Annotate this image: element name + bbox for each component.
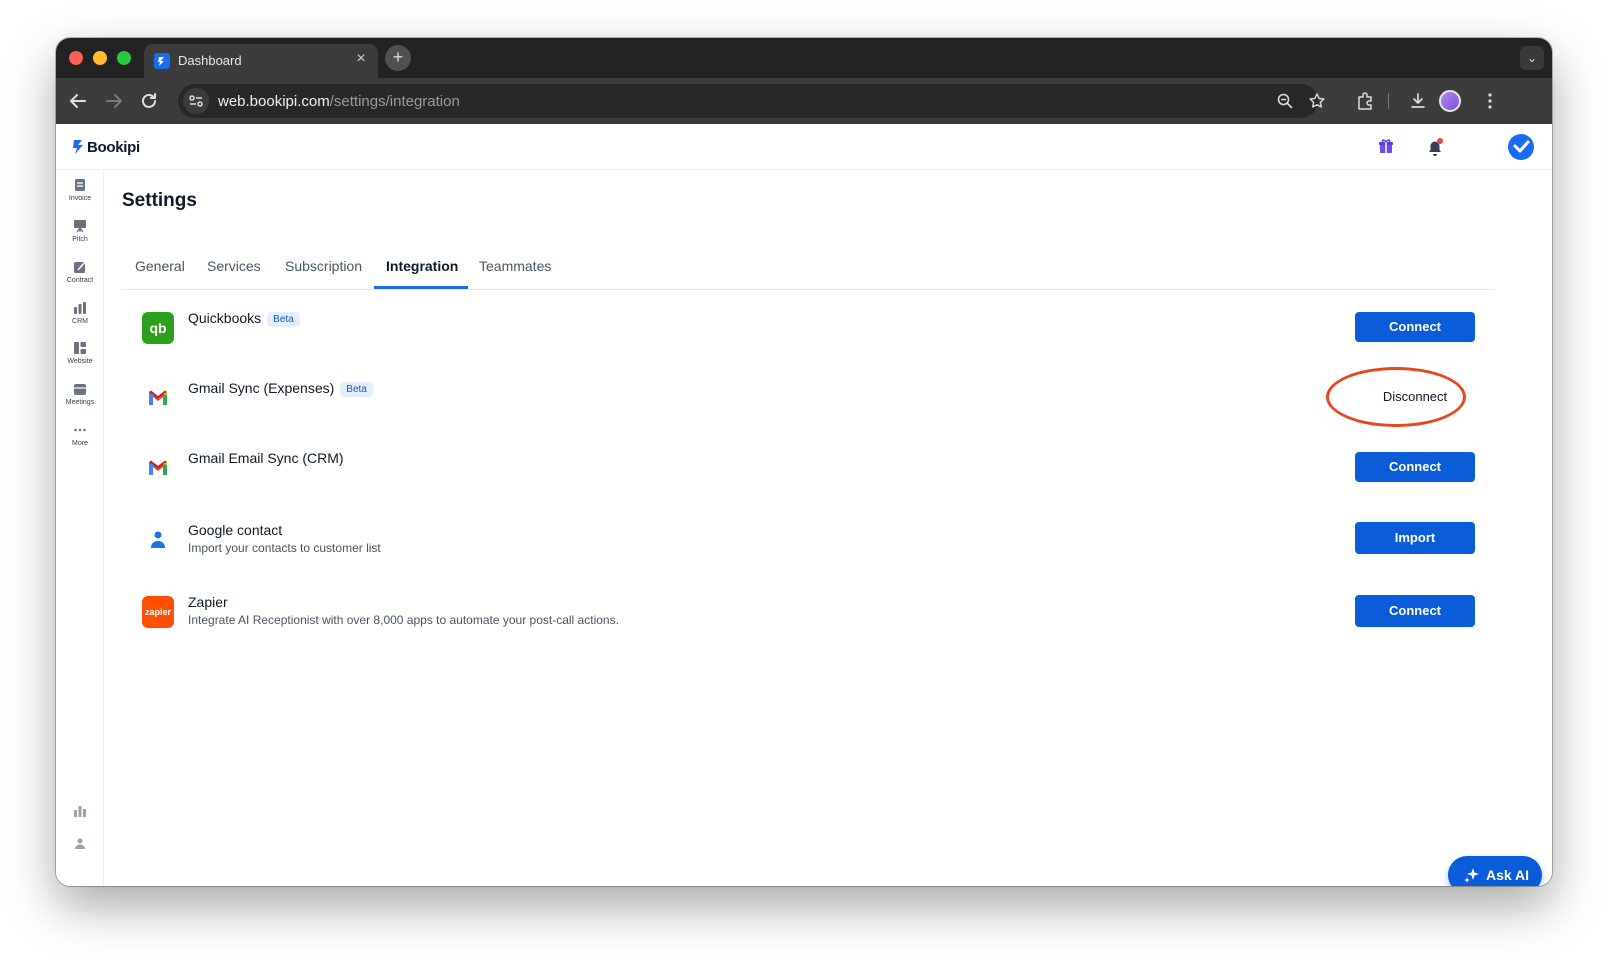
sidebar-label: More	[72, 440, 88, 447]
google-contact-logo-icon	[142, 524, 174, 556]
beta-badge: Beta	[267, 312, 300, 327]
website-icon	[74, 342, 86, 354]
user-avatar[interactable]	[1508, 134, 1534, 160]
browser-toolbar: web.bookipi.com/settings/integration	[56, 78, 1552, 124]
browser-tab[interactable]: Dashboard ×	[144, 44, 378, 78]
bookipi-favicon-icon	[154, 53, 170, 69]
sidebar-item-website[interactable]: Website	[56, 341, 104, 381]
download-icon[interactable]	[1408, 91, 1428, 111]
sidebar-label: Pitch	[72, 236, 88, 243]
brand-name: Bookipi	[87, 138, 140, 156]
site-info-icon[interactable]	[183, 88, 209, 114]
sidebar-label: Invoice	[68, 195, 92, 202]
sidebar-label: Website	[67, 358, 93, 365]
bookipi-logo[interactable]: Bookipi	[72, 137, 140, 157]
gift-icon[interactable]	[1376, 136, 1396, 156]
sidebar-label: Meetings	[65, 399, 95, 406]
more-icon	[74, 428, 86, 432]
google-contact-import-button[interactable]: Import	[1355, 522, 1475, 554]
tab-teammates[interactable]: Teammates	[479, 258, 551, 274]
maximize-window-button[interactable]	[117, 51, 131, 65]
back-arrow-icon[interactable]	[66, 89, 90, 113]
beta-badge: Beta	[340, 382, 373, 397]
page-title: Settings	[122, 190, 197, 211]
integration-row-zapier: zapier Zapier Integrate AI Receptionist …	[122, 592, 1494, 652]
integration-row-gmail-expenses: Gmail Sync (Expenses) Beta Disconnect	[122, 378, 1494, 438]
browser-window: Dashboard × + ⌄ web.bookipi.com/settings…	[56, 38, 1552, 886]
integration-name: Gmail Sync (Expenses) Beta	[188, 380, 373, 397]
account-icon[interactable]	[73, 836, 87, 850]
quickbooks-logo-icon: qb	[142, 312, 174, 344]
address-bar[interactable]: web.bookipi.com/settings/integration	[178, 84, 1325, 118]
quickbooks-connect-button[interactable]: Connect	[1355, 312, 1475, 342]
contract-icon	[74, 261, 86, 273]
sidebar: Invoice Pitch Contract CRM Website Meeti…	[56, 170, 104, 886]
invoice-icon	[75, 179, 85, 191]
tab-integration[interactable]: Integration	[386, 258, 458, 274]
forward-arrow-icon[interactable]	[102, 89, 126, 113]
sidebar-item-pitch[interactable]: Pitch	[56, 219, 104, 259]
gmail-crm-connect-button[interactable]: Connect	[1355, 452, 1475, 482]
integration-row-google-contact: Google contact Import your contacts to c…	[122, 520, 1494, 580]
ask-ai-label: Ask AI	[1486, 867, 1530, 883]
browser-tab-strip: Dashboard × + ⌄	[56, 38, 1552, 78]
tab-services[interactable]: Services	[207, 258, 261, 274]
gmail-logo-icon	[142, 452, 174, 484]
integration-row-quickbooks: qb Quickbooks Beta Connect	[122, 308, 1494, 368]
sparkle-icon	[1464, 868, 1479, 883]
integration-row-gmail-crm: Gmail Email Sync (CRM) Connect	[122, 448, 1494, 508]
integration-name: Zapier	[188, 594, 228, 610]
integration-name: Gmail Email Sync (CRM)	[188, 450, 344, 466]
integration-description: Integrate AI Receptionist with over 8,00…	[188, 613, 619, 627]
crm-icon	[74, 302, 86, 314]
browser-profile-avatar[interactable]	[1439, 90, 1461, 112]
app-header: Bookipi	[56, 124, 1552, 170]
zapier-connect-button[interactable]: Connect	[1355, 595, 1475, 627]
svg-text:qb: qb	[149, 320, 166, 336]
sidebar-item-invoice[interactable]: Invoice	[56, 178, 104, 218]
toolbar-divider	[1388, 93, 1389, 109]
analytics-icon[interactable]	[73, 804, 87, 818]
active-tab-indicator	[374, 286, 468, 289]
integration-name: Quickbooks Beta	[188, 310, 300, 327]
gmail-logo-icon	[142, 382, 174, 414]
zoom-icon[interactable]	[1276, 92, 1294, 110]
zapier-logo-text: zapier	[145, 607, 172, 617]
tab-general[interactable]: General	[135, 258, 185, 274]
sidebar-item-more[interactable]: More	[56, 423, 104, 463]
pitch-icon	[74, 220, 86, 233]
close-window-button[interactable]	[69, 51, 83, 65]
reload-icon[interactable]	[137, 89, 161, 113]
zapier-logo-icon: zapier	[142, 596, 174, 628]
minimize-window-button[interactable]	[93, 51, 107, 65]
new-tab-button[interactable]: +	[385, 45, 411, 71]
integration-name: Google contact	[188, 522, 283, 538]
sidebar-label: CRM	[72, 318, 88, 325]
settings-tabs: General Services Subscription Integratio…	[122, 248, 1494, 290]
highlight-circle-annotation	[1326, 367, 1466, 427]
bookmark-star-icon[interactable]	[1308, 92, 1326, 110]
integration-description: Import your contacts to customer list	[188, 541, 381, 555]
ask-ai-button[interactable]: Ask AI	[1448, 856, 1542, 886]
notification-bell-icon[interactable]	[1424, 136, 1446, 158]
close-tab-icon[interactable]: ×	[352, 50, 370, 68]
tab-subscription[interactable]: Subscription	[285, 258, 362, 274]
sidebar-item-contract[interactable]: Contract	[56, 260, 104, 300]
meetings-icon	[74, 384, 86, 395]
sidebar-label: Contract	[66, 277, 94, 284]
sidebar-item-crm[interactable]: CRM	[56, 301, 104, 341]
bookipi-logo-icon	[73, 140, 83, 154]
browser-tab-title: Dashboard	[178, 53, 242, 68]
sidebar-item-meetings[interactable]: Meetings	[56, 382, 104, 422]
bookipi-app: Bookipi Invoice Pitch Contract CRM Websi…	[56, 124, 1552, 886]
tab-search-chevron-icon[interactable]: ⌄	[1520, 46, 1544, 70]
browser-menu-icon[interactable]	[1480, 91, 1500, 111]
settings-content: Settings General Services Subscription I…	[104, 170, 1552, 886]
url-text: web.bookipi.com/settings/integration	[218, 93, 460, 110]
extensions-icon[interactable]	[1355, 91, 1375, 111]
